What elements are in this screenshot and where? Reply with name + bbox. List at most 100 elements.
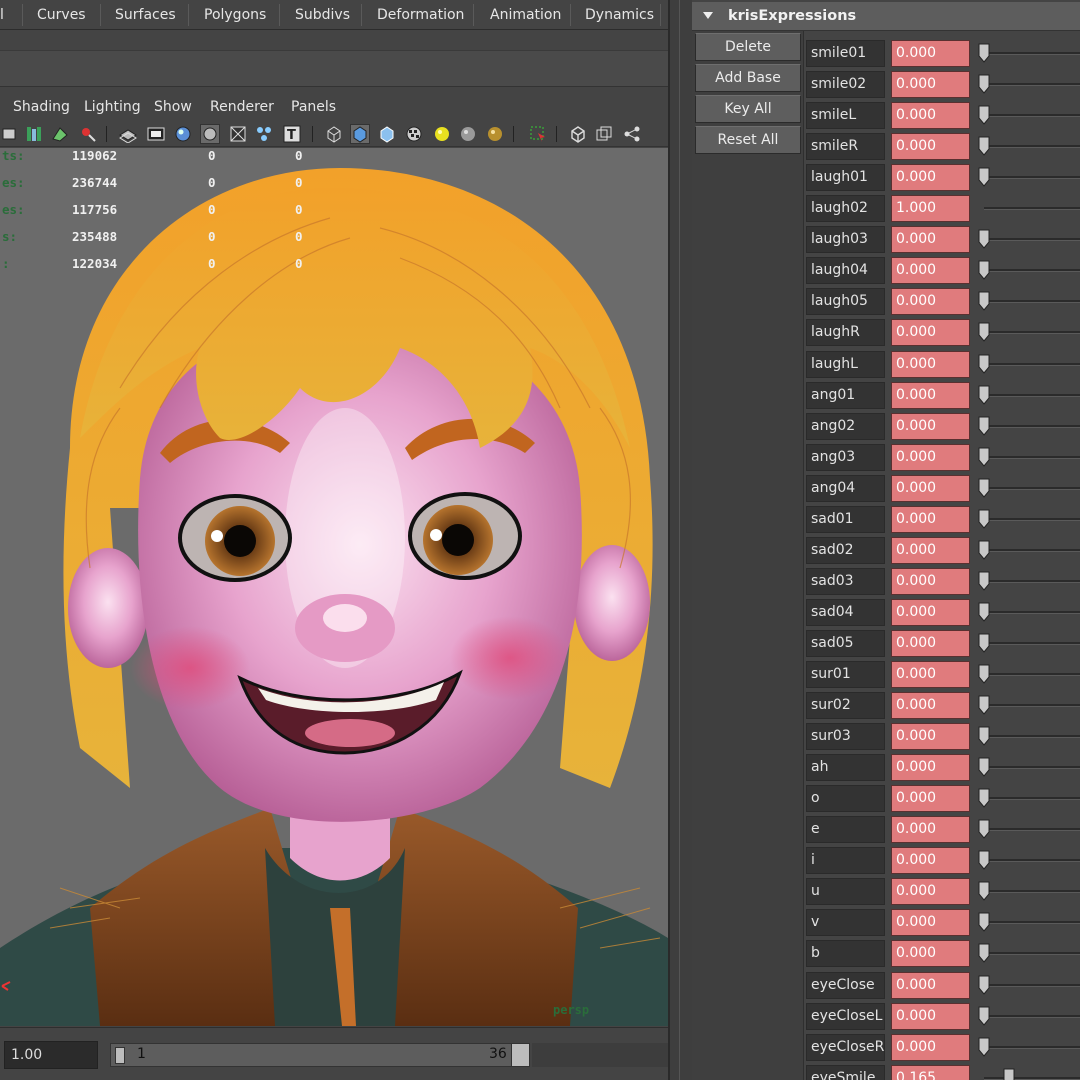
film-gate-icon[interactable] (146, 124, 166, 144)
expression-attribute-label[interactable]: laugh05 (806, 288, 885, 316)
expression-attribute-label[interactable]: eyeCloseR (806, 1033, 885, 1061)
slider-thumb-icon[interactable] (978, 602, 990, 622)
slider-thumb-icon[interactable] (978, 912, 990, 933)
expression-attribute-label[interactable]: ang03 (806, 443, 885, 471)
expression-attribute-label[interactable]: smile01 (806, 40, 885, 67)
expression-attribute-label[interactable]: sad03 (806, 567, 885, 595)
expression-value-field[interactable]: 0.000 (891, 443, 970, 471)
expression-slider-track[interactable] (984, 52, 1080, 55)
isolate-select-icon[interactable] (528, 124, 548, 144)
expression-slider-track[interactable] (984, 828, 1080, 832)
menu-item-partial[interactable]: l (0, 0, 4, 30)
slider-thumb-icon[interactable] (978, 726, 990, 746)
expression-attribute-label[interactable]: laughL (806, 350, 885, 378)
expression-value-field[interactable]: 0.000 (891, 319, 970, 347)
expression-slider-track[interactable] (984, 735, 1080, 739)
expression-attribute-label[interactable]: smile02 (806, 71, 885, 99)
expression-attribute-label[interactable]: ang01 (806, 381, 885, 409)
slider-thumb-icon[interactable] (978, 943, 990, 964)
expression-attribute-label[interactable]: laugh04 (806, 257, 885, 285)
slider-thumb-icon[interactable] (978, 74, 990, 94)
expression-value-field[interactable]: 0.000 (891, 785, 970, 813)
expression-attribute-label[interactable]: v (806, 909, 885, 937)
expression-slider-track[interactable] (984, 517, 1080, 521)
two-d-pan-zoom-icon[interactable] (78, 124, 98, 144)
slider-thumb-icon[interactable] (978, 291, 990, 312)
expression-slider-track[interactable] (984, 921, 1080, 925)
playback-start-field[interactable]: 1.00 (4, 1041, 98, 1069)
image-plane-icon[interactable] (50, 124, 70, 144)
slider-thumb-icon[interactable] (978, 260, 990, 281)
add-base-button[interactable]: Add Base (695, 64, 801, 92)
expression-slider-track[interactable] (984, 207, 1080, 211)
expression-slider-track[interactable] (984, 424, 1080, 428)
expression-slider-track[interactable] (984, 610, 1080, 614)
expression-attribute-label[interactable]: sur01 (806, 661, 885, 688)
expression-attribute-label[interactable]: eyeSmile (806, 1064, 885, 1080)
expression-slider-track[interactable] (984, 455, 1080, 459)
expression-value-field[interactable]: 0.000 (891, 133, 970, 161)
expression-slider-track[interactable] (984, 362, 1080, 366)
expression-slider-track[interactable] (984, 704, 1080, 708)
expression-value-field[interactable]: 0.000 (891, 350, 970, 378)
menu-item-animation[interactable]: Animation (490, 0, 561, 30)
slider-thumb-icon[interactable] (978, 43, 990, 63)
expression-value-field[interactable]: 0.000 (891, 878, 970, 906)
expression-value-field[interactable]: 0.000 (891, 536, 970, 564)
menu-item-curves[interactable]: Curves (37, 0, 86, 30)
expression-value-field[interactable]: 0.000 (891, 629, 970, 657)
expression-attribute-label[interactable]: smileR (806, 133, 885, 161)
expression-attribute-label[interactable]: laugh02 (806, 195, 885, 223)
panel-menu-lighting[interactable]: Lighting (84, 93, 141, 121)
expression-slider-track[interactable] (984, 145, 1080, 149)
panel-menu-show[interactable]: Show (154, 93, 192, 121)
xray-icon[interactable] (568, 124, 588, 144)
high-quality-icon[interactable] (485, 124, 505, 144)
slider-thumb-icon[interactable] (1003, 1068, 1015, 1080)
expression-slider-track[interactable] (984, 393, 1080, 397)
expression-attribute-label[interactable]: b (806, 940, 885, 968)
expression-slider-track[interactable] (984, 797, 1080, 801)
expression-attribute-label[interactable]: sur03 (806, 723, 885, 751)
expression-slider-track[interactable] (984, 238, 1080, 242)
expression-value-field[interactable]: 0.000 (891, 567, 970, 595)
resolution-gate-icon[interactable] (173, 124, 193, 144)
slider-thumb-icon[interactable] (978, 695, 990, 715)
expression-value-field[interactable]: 0.000 (891, 40, 970, 67)
expression-attribute-label[interactable]: o (806, 785, 885, 813)
expression-slider-track[interactable] (984, 983, 1080, 987)
bookmark-icon[interactable] (24, 124, 44, 144)
expression-slider-track[interactable] (984, 579, 1080, 583)
slider-thumb-icon[interactable] (978, 447, 990, 467)
expression-attribute-label[interactable]: laughR (806, 319, 885, 347)
expression-value-field[interactable]: 0.000 (891, 226, 970, 254)
expression-value-field[interactable]: 0.000 (891, 692, 970, 720)
slider-thumb-icon[interactable] (978, 819, 990, 840)
expression-value-field[interactable]: 0.000 (891, 1033, 970, 1061)
grid-icon[interactable] (118, 124, 138, 144)
slider-thumb-icon[interactable] (978, 881, 990, 902)
slider-thumb-icon[interactable] (978, 478, 990, 498)
expression-value-field[interactable]: 0.000 (891, 288, 970, 316)
expression-slider-track[interactable] (984, 1014, 1080, 1018)
range-handle-right[interactable] (511, 1044, 529, 1066)
expression-value-field[interactable]: 0.000 (891, 847, 970, 875)
expression-slider-track[interactable] (984, 1076, 1080, 1080)
expression-attribute-label[interactable]: sad05 (806, 629, 885, 657)
expression-slider-track[interactable] (984, 114, 1080, 118)
collapse-triangle-icon[interactable] (702, 10, 714, 22)
field-chart-icon[interactable] (228, 124, 248, 144)
expression-value-field[interactable]: 0.000 (891, 816, 970, 844)
expression-value-field[interactable]: 1.000 (891, 195, 970, 223)
slider-thumb-icon[interactable] (978, 540, 990, 560)
expression-value-field[interactable]: 0.000 (891, 723, 970, 751)
expression-slider-track[interactable] (984, 300, 1080, 304)
expression-slider-track[interactable] (984, 269, 1080, 273)
expression-slider-track[interactable] (984, 673, 1080, 676)
menu-item-dynamics[interactable]: Dynamics (585, 0, 654, 30)
expression-value-field[interactable]: 0.000 (891, 940, 970, 968)
expression-attribute-label[interactable]: ah (806, 754, 885, 782)
expression-slider-track[interactable] (984, 859, 1080, 863)
menu-item-surfaces[interactable]: Surfaces (115, 0, 176, 30)
slider-thumb-icon[interactable] (978, 105, 990, 125)
